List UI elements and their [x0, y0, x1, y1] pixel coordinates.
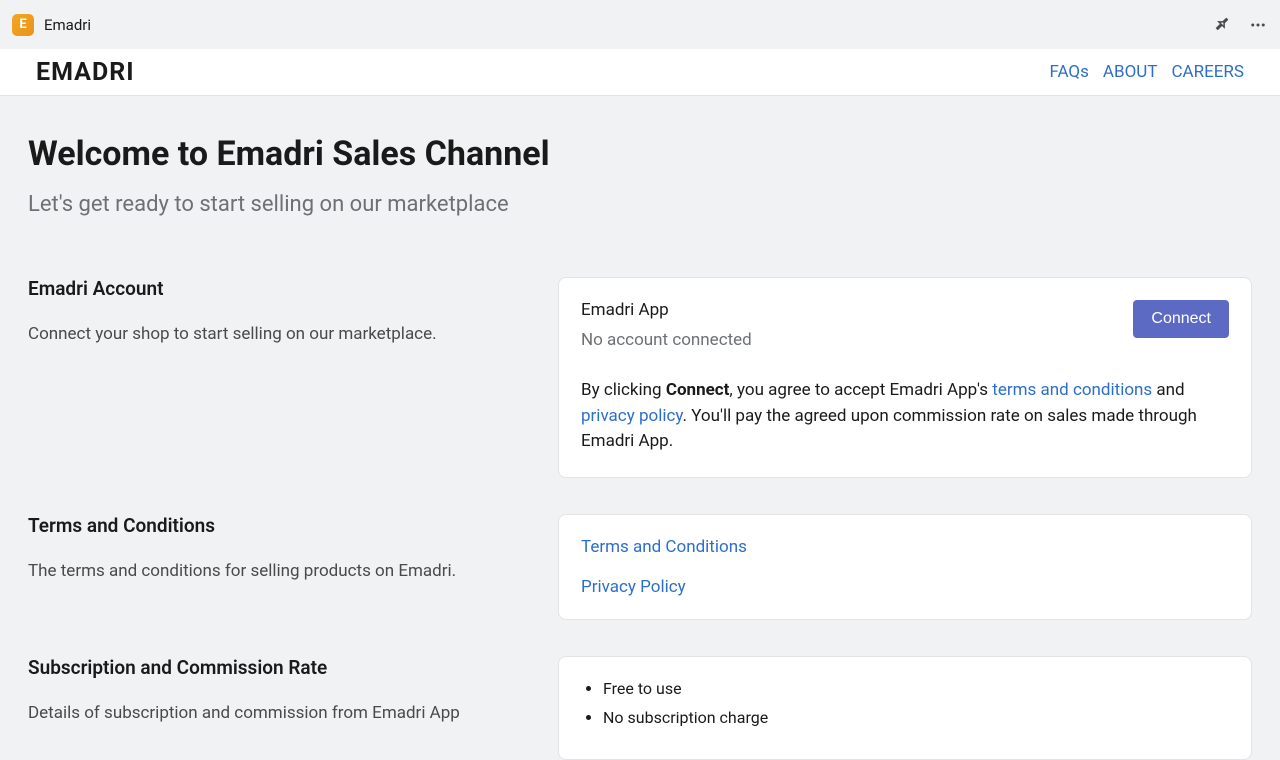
account-section-title: Emadri Account: [28, 277, 518, 300]
subscription-bullets: Free to use No subscription charge: [581, 679, 1229, 727]
terms-links: Terms and Conditions Privacy Policy: [581, 537, 1229, 597]
account-status: No account connected: [581, 330, 752, 350]
terms-section-left: Terms and Conditions The terms and condi…: [28, 514, 518, 620]
titlebar: E Emadri: [0, 0, 1280, 49]
titlebar-left: E Emadri: [12, 14, 91, 36]
nav-about[interactable]: ABOUT: [1103, 62, 1158, 82]
page-title: Welcome to Emadri Sales Channel: [28, 134, 1252, 174]
privacy-policy-link[interactable]: Privacy Policy: [581, 577, 1229, 597]
terms-link[interactable]: terms and conditions: [992, 380, 1152, 400]
terms-section-title: Terms and Conditions: [28, 514, 518, 537]
nav-faqs[interactable]: FAQs: [1049, 62, 1088, 82]
content: Welcome to Emadri Sales Channel Let's ge…: [0, 96, 1280, 760]
account-app-title: Emadri App: [581, 300, 752, 320]
bullet-free: Free to use: [603, 679, 1229, 698]
account-card-header: Emadri App No account connected Connect: [581, 300, 1229, 350]
terms-section: Terms and Conditions The terms and condi…: [28, 514, 1252, 620]
account-card: Emadri App No account connected Connect …: [558, 277, 1252, 478]
titlebar-right: [1212, 15, 1268, 35]
subscription-card: Free to use No subscription charge: [558, 656, 1252, 760]
page-subtitle: Let's get ready to start selling on our …: [28, 192, 1252, 217]
terms-conditions-link[interactable]: Terms and Conditions: [581, 537, 1229, 557]
terms-card: Terms and Conditions Privacy Policy: [558, 514, 1252, 620]
account-section-left: Emadri Account Connect your shop to star…: [28, 277, 518, 478]
terms-section-desc: The terms and conditions for selling pro…: [28, 559, 518, 585]
privacy-link[interactable]: privacy policy: [581, 406, 683, 426]
subscription-section: Subscription and Commission Rate Details…: [28, 656, 1252, 760]
titlebar-title: Emadri: [44, 16, 91, 34]
account-disclaimer: By clicking Connect, you agree to accept…: [581, 378, 1229, 455]
account-section: Emadri Account Connect your shop to star…: [28, 277, 1252, 478]
disclaimer-mid1: , you agree to accept Emadri App's: [729, 380, 992, 400]
disclaimer-bold: Connect: [666, 380, 730, 400]
nav: FAQs ABOUT CAREERS: [1049, 62, 1244, 82]
account-section-desc: Connect your shop to start selling on ou…: [28, 322, 518, 348]
app-icon: E: [12, 14, 34, 36]
subscription-section-desc: Details of subscription and commission f…: [28, 701, 518, 727]
header: EMADRI FAQs ABOUT CAREERS: [0, 49, 1280, 96]
app-icon-letter: E: [19, 17, 26, 32]
disclaimer-prefix: By clicking: [581, 380, 666, 400]
pin-icon[interactable]: [1212, 15, 1232, 35]
subscription-section-title: Subscription and Commission Rate: [28, 656, 518, 679]
account-card-info: Emadri App No account connected: [581, 300, 752, 350]
connect-button[interactable]: Connect: [1133, 300, 1229, 338]
logo: EMADRI: [36, 58, 135, 87]
nav-careers[interactable]: CAREERS: [1171, 62, 1244, 82]
disclaimer-mid2: and: [1152, 380, 1184, 400]
bullet-no-subscription: No subscription charge: [603, 708, 1229, 727]
more-icon[interactable]: [1248, 15, 1268, 35]
subscription-section-left: Subscription and Commission Rate Details…: [28, 656, 518, 760]
